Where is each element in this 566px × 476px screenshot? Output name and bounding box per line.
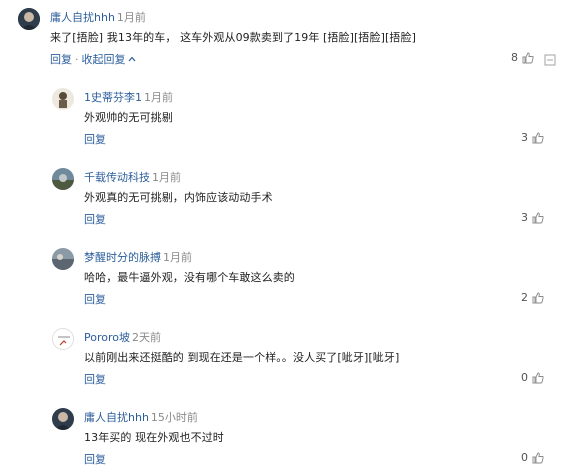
comment-text: 外观帅的无可挑剔 (84, 111, 173, 124)
username[interactable]: 千载传动科技 (84, 171, 150, 184)
like-button[interactable]: 3 (521, 131, 544, 144)
username[interactable]: 1史蒂芬李1 (84, 91, 142, 104)
username[interactable]: 梦醒时分的脉搏 (84, 251, 161, 264)
like-count: 0 (521, 451, 528, 464)
like-button[interactable]: 0 (521, 451, 544, 464)
timestamp: 1月前 (116, 11, 146, 24)
reply-button[interactable]: 回复 (84, 373, 106, 386)
thumbs-up-icon (532, 452, 544, 463)
avatar[interactable] (52, 168, 74, 190)
avatar[interactable] (52, 328, 74, 350)
comment-meta: 梦醒时分的脉搏 1月前 (84, 249, 192, 265)
timestamp: 2天前 (132, 331, 161, 344)
comment-meta: Pororo坡 2天前 (84, 329, 161, 345)
timestamp: 1月前 (152, 171, 181, 184)
comment-actions: 回复 (84, 211, 106, 227)
comment-actions: 回复 (84, 131, 106, 147)
chevron-up-icon (128, 56, 135, 62)
like-button[interactable]: 3 (521, 211, 544, 224)
comment-meta: 千载传动科技 1月前 (84, 169, 181, 185)
comment-text: 13年买的 现在外观也不过时 (84, 431, 224, 444)
like-count: 8 (511, 51, 518, 64)
username[interactable]: 庸人自扰hhh (84, 411, 149, 424)
reply-button[interactable]: 回复 (84, 213, 106, 226)
comment-text: 外观真的无可挑剔，内饰应该动动手术 (84, 191, 273, 204)
collapse-replies-button[interactable]: 收起回复 (82, 51, 136, 67)
avatar[interactable] (52, 408, 74, 430)
username[interactable]: 庸人自扰hhh (50, 11, 115, 24)
like-count: 3 (521, 131, 528, 144)
comment-text: 哈哈，最牛逼外观，没有哪个车敢这么卖的 (84, 271, 295, 284)
like-count: 2 (521, 291, 528, 304)
action-separator: · (75, 53, 79, 66)
timestamp: 15小时前 (150, 411, 198, 424)
like-count: 3 (521, 211, 528, 224)
comment-text: 以前刚出来还挺酷的 到现在还是一个样。。没人买了[呲牙][呲牙] (84, 351, 400, 364)
comment-actions: 回复 (84, 451, 106, 467)
thumbs-up-icon (522, 52, 534, 63)
avatar[interactable] (52, 88, 74, 110)
reply-button[interactable]: 回复 (84, 133, 106, 146)
like-count: 0 (521, 371, 528, 384)
thumbs-up-icon (532, 292, 544, 303)
collapse-label: 收起回复 (81, 53, 126, 66)
reply-button[interactable]: 回复 (84, 293, 106, 306)
thumbs-up-icon (532, 132, 544, 143)
comment-meta: 庸人自扰hhh 15小时前 (84, 409, 198, 425)
like-button[interactable]: 8 (511, 51, 534, 64)
comment-meta: 庸人自扰hhh 1月前 (50, 9, 146, 25)
comment-actions: 回复 (84, 291, 106, 307)
reply-button[interactable]: 回复 (50, 53, 72, 66)
reply-button[interactable]: 回复 (84, 453, 106, 466)
timestamp: 1月前 (163, 251, 192, 264)
username[interactable]: Pororo坡 (84, 331, 130, 344)
comment-actions: 回复 (84, 371, 106, 387)
comment-meta: 1史蒂芬李1 1月前 (84, 89, 173, 105)
comment-text: 来了[捂脸] 我13年的车， 这车外观从09款卖到了19年 [捂脸][捂脸][捂… (50, 31, 417, 44)
avatar[interactable] (52, 248, 74, 270)
thumbs-up-icon (532, 372, 544, 383)
thumbs-up-icon (532, 212, 544, 223)
like-button[interactable]: 0 (521, 371, 544, 384)
comment-actions: 回复 · 收起回复 (50, 51, 136, 67)
like-button[interactable]: 2 (521, 291, 544, 304)
timestamp: 1月前 (144, 91, 173, 104)
more-options-icon[interactable] (544, 51, 556, 70)
avatar[interactable] (18, 8, 40, 30)
